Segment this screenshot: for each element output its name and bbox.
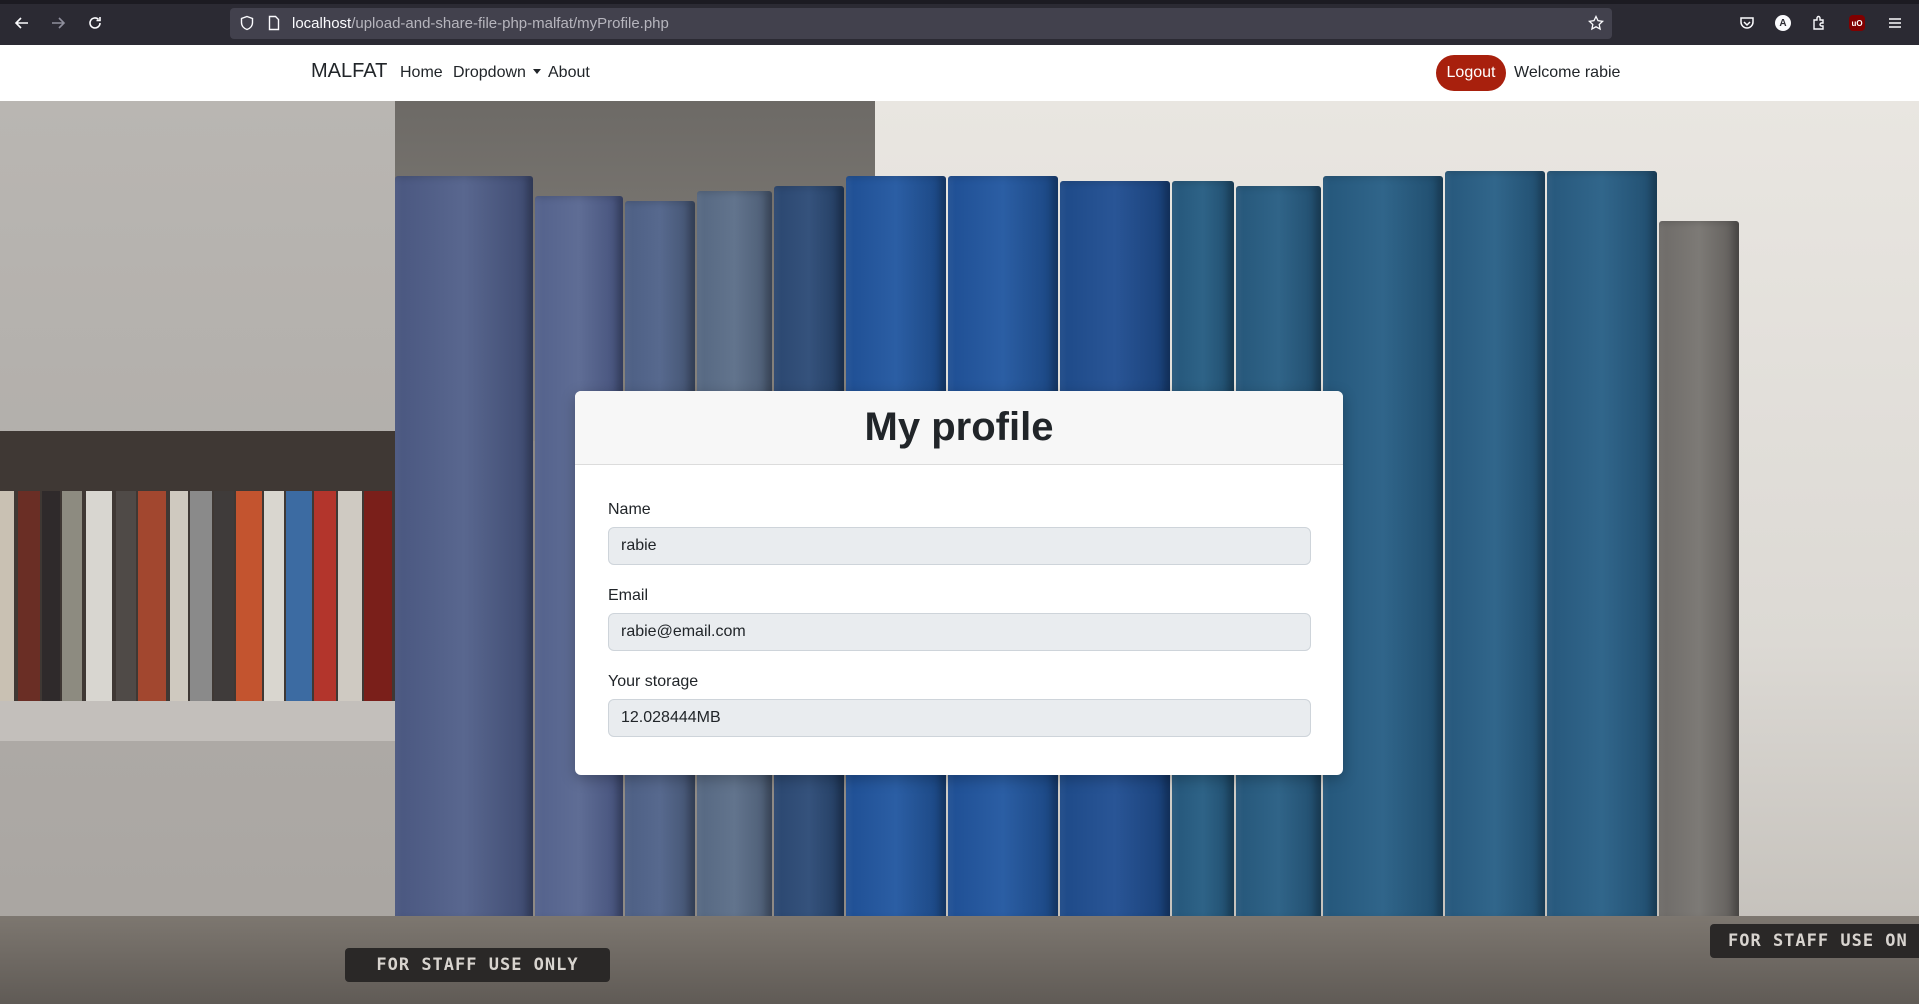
page-title: My profile [864, 405, 1054, 449]
shield-icon[interactable] [239, 15, 255, 31]
small-book [42, 491, 60, 701]
small-book [264, 491, 284, 701]
page-icon[interactable] [266, 15, 282, 31]
browser-toolbar: localhost/upload-and-share-file-php-malf… [0, 0, 1919, 45]
forward-icon[interactable] [46, 11, 70, 35]
email-field[interactable] [608, 613, 1311, 651]
url-bar[interactable]: localhost/upload-and-share-file-php-malf… [230, 8, 1612, 39]
small-book [338, 491, 362, 701]
account-icon[interactable]: A [1774, 14, 1792, 32]
small-book [86, 491, 112, 701]
small-book [190, 491, 212, 701]
pocket-icon[interactable] [1738, 14, 1756, 32]
small-book [236, 491, 262, 701]
small-book [364, 491, 392, 701]
navbar-brand[interactable]: MALFAT [311, 60, 387, 83]
name-label: Name [608, 501, 651, 518]
reload-icon[interactable] [83, 11, 107, 35]
back-icon[interactable] [10, 11, 34, 35]
extensions-icon[interactable] [1810, 14, 1828, 32]
menu-icon[interactable] [1886, 14, 1904, 32]
storage-label: Your storage [608, 673, 699, 690]
url-host: localhost [292, 15, 352, 32]
nav-link-home[interactable]: Home [400, 64, 443, 82]
bookend [1659, 221, 1739, 921]
small-book [138, 491, 166, 701]
staff-label-right: FOR STAFF USE ON [1710, 924, 1919, 958]
book-spine [1445, 171, 1545, 921]
welcome-text: Welcome rabie [1514, 64, 1621, 81]
logout-button[interactable]: Logout [1436, 55, 1506, 91]
staff-label: FOR STAFF USE ONLY [345, 948, 610, 982]
star-icon[interactable] [1587, 14, 1605, 31]
ublock-label: uO [1849, 15, 1865, 31]
small-book [0, 491, 14, 701]
small-book [214, 491, 234, 701]
tab-strip [0, 0, 1919, 4]
email-label: Email [608, 587, 649, 604]
nav-dropdown-label: Dropdown [453, 64, 526, 81]
book-spine [1547, 171, 1657, 921]
small-book [62, 491, 82, 701]
nav-dropdown-toggle[interactable]: Dropdown [453, 64, 541, 82]
profile-card: My profile Name Email Your storage [575, 391, 1343, 775]
small-book [314, 491, 336, 701]
name-field[interactable] [608, 527, 1311, 565]
url-path: /upload-and-share-file-php-malfat/myProf… [351, 15, 669, 32]
storage-field[interactable] [608, 699, 1311, 737]
book-spine [395, 176, 533, 921]
background-left-shelf [0, 101, 395, 1004]
ublock-icon[interactable]: uO [1848, 14, 1866, 32]
shelf-front: FOR STAFF USE ONLY FOR STAFF USE ON [0, 916, 1919, 1004]
small-book [286, 491, 312, 701]
small-book [170, 491, 188, 701]
navbar: MALFAT Home Dropdown About Logout Welcom… [0, 45, 1919, 101]
caret-down-icon [532, 69, 541, 74]
small-book [116, 491, 136, 701]
small-book [18, 491, 40, 701]
account-letter: A [1775, 15, 1791, 31]
url-text[interactable]: localhost/upload-and-share-file-php-malf… [292, 15, 669, 32]
nav-link-about[interactable]: About [548, 64, 590, 82]
web-page: FOR STAFF USE ONLY FOR STAFF USE ON MALF… [0, 45, 1919, 1004]
left-shelf-board [0, 701, 395, 741]
card-header: My profile [575, 391, 1343, 465]
